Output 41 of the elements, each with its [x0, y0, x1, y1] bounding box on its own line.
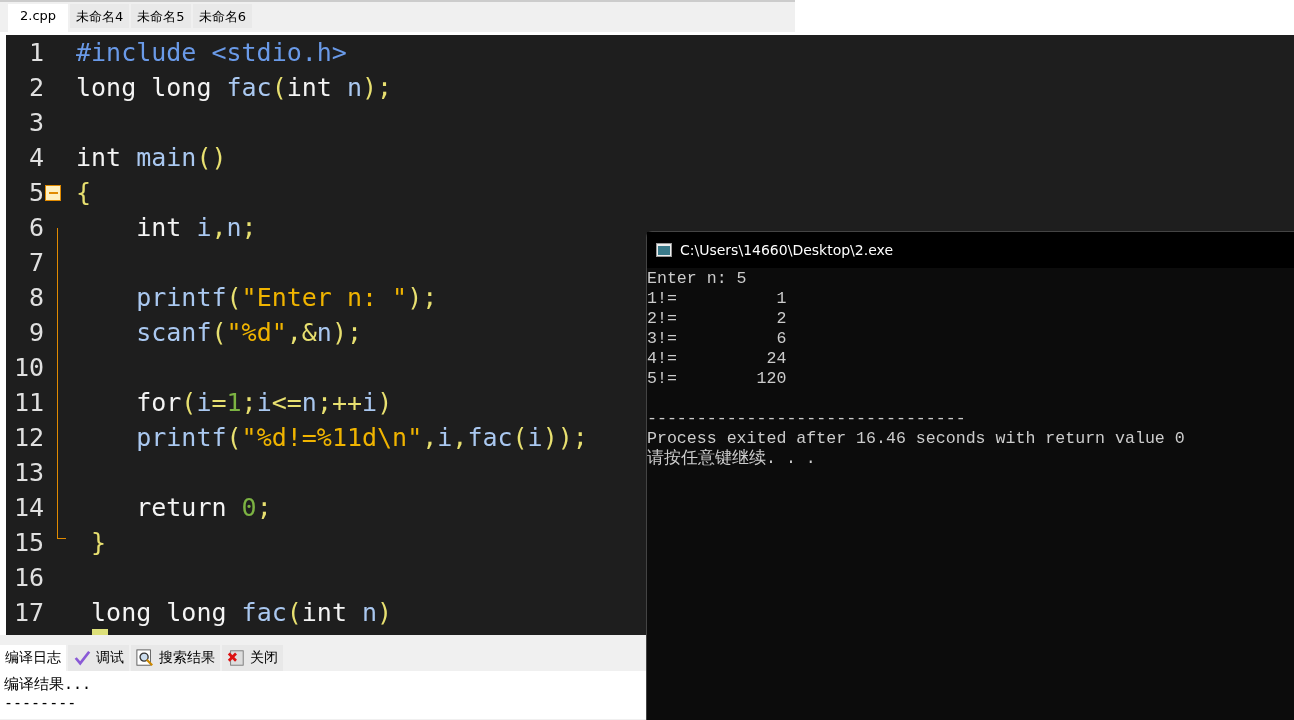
line-number: 2 — [27, 73, 44, 102]
code-line: for(i=1;i<=n;++i) — [135, 388, 393, 417]
line-number: 5 — [27, 178, 44, 207]
line-number: 7 — [27, 248, 44, 277]
line-number: 1 — [27, 38, 44, 67]
console-separator: -------------------------------- — [647, 409, 967, 429]
code-line: long long fac(int n) — [90, 598, 393, 627]
line-number: 16 — [12, 563, 44, 592]
console-line: 4!= 24 — [647, 349, 788, 369]
code-line: return 0; — [135, 493, 272, 522]
line-number: 15 — [12, 528, 44, 557]
code-line: printf("Enter n: "); — [135, 283, 438, 312]
code-line: #include <stdio.h> — [76, 38, 347, 67]
line-number: 14 — [12, 493, 44, 522]
console-line: 1!= 1 — [647, 289, 788, 309]
console-line: 请按任意键继续. . . — [647, 449, 817, 469]
console-line: 3!= 6 — [647, 329, 788, 349]
code-line: printf("%d!=%11d\n",i,fac(i)); — [135, 423, 588, 452]
code-line: } — [90, 528, 107, 557]
code-line: scanf("%d",&n); — [135, 318, 363, 347]
code-line: { — [76, 178, 92, 207]
log-line: -------- — [4, 694, 78, 713]
line-number: 11 — [12, 388, 44, 417]
console-line: 5!= 120 — [647, 369, 788, 389]
line-number: 9 — [27, 318, 44, 347]
line-number: 17 — [12, 598, 44, 627]
line-number: 12 — [12, 423, 44, 452]
code-line: long long fac(int n); — [76, 73, 393, 102]
line-number: 8 — [27, 283, 44, 312]
line-number: 4 — [27, 143, 44, 172]
window-title: C:\Users\14660\Desktop\2.exe — [680, 242, 894, 258]
console-line: Enter n: 5 — [647, 269, 748, 289]
code-line: int main() — [76, 143, 227, 172]
line-number: 6 — [27, 213, 44, 242]
console-line: Process exited after 16.46 seconds with return value 0 — [647, 429, 1186, 449]
code-line: int i,n; — [135, 213, 257, 242]
line-number: 13 — [12, 458, 44, 487]
console-line: 2!= 2 — [647, 309, 788, 329]
line-number: 3 — [27, 108, 44, 137]
line-number: 10 — [12, 353, 44, 382]
log-line: 编译结果... — [4, 675, 93, 694]
